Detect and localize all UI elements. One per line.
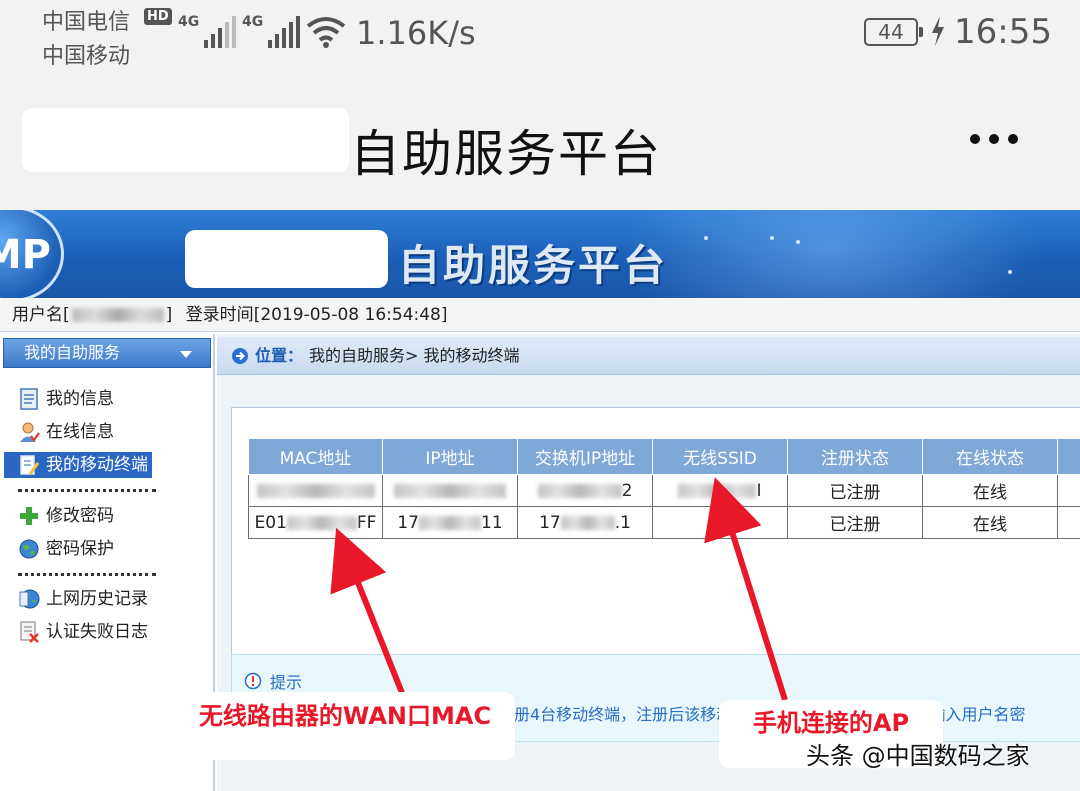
callout-wan-mac: 无线路由器的WAN口MAC <box>175 692 515 760</box>
arrow-right <box>704 477 788 701</box>
arrow-left <box>330 527 405 695</box>
annotation-arrows <box>330 477 788 701</box>
watermark: 头条 @中国数码之家 <box>806 742 1030 770</box>
